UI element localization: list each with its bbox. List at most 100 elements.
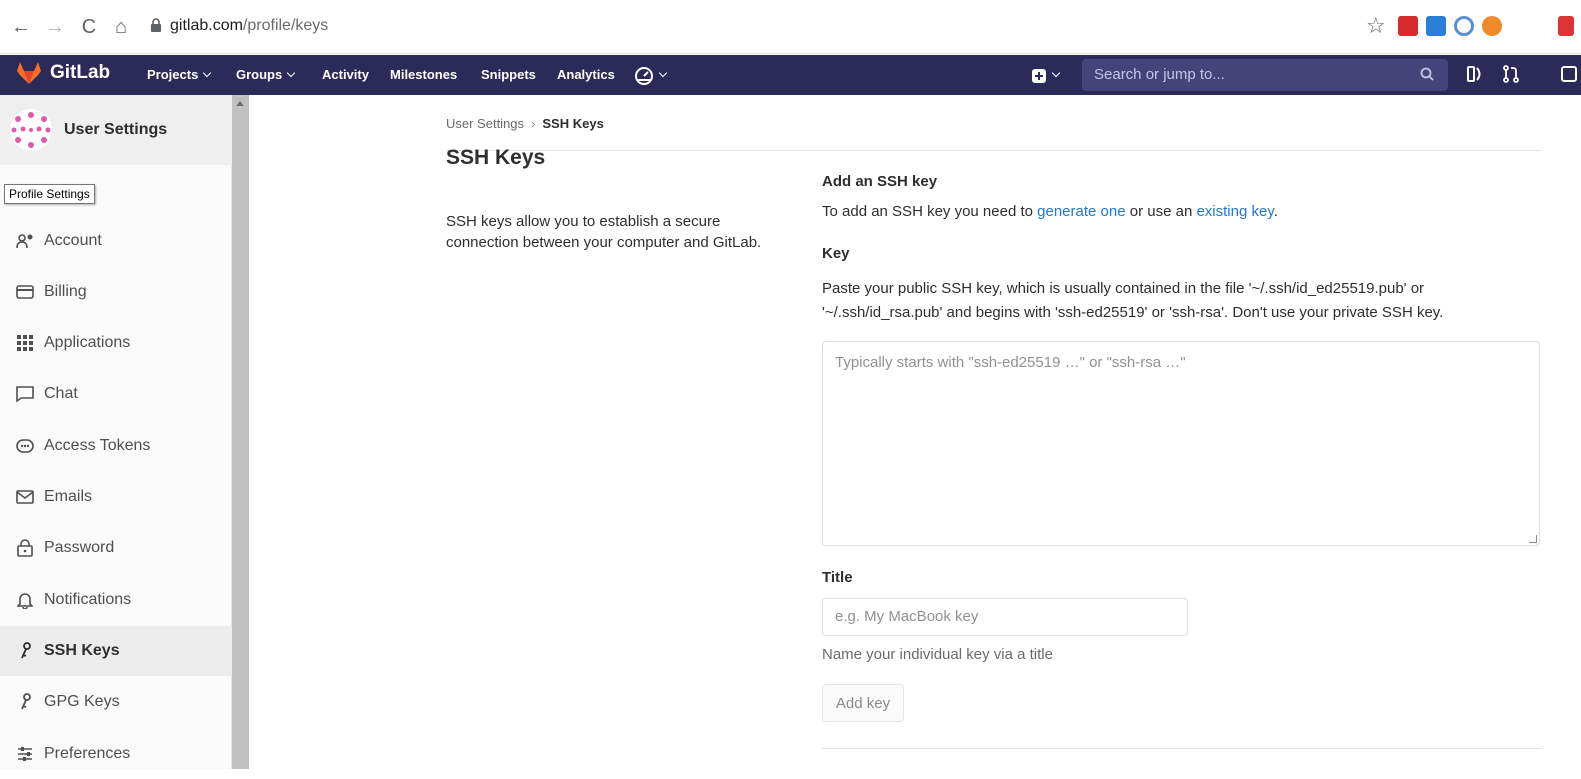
key-icon [16,642,34,660]
sidebar-item-label: Access Tokens [44,437,151,454]
sidebar-item-label: Emails [44,488,93,505]
profile-settings-tooltip: Profile Settings [4,184,95,204]
sidebar-item-account[interactable]: Account [0,216,232,266]
chevron-down-icon [658,68,668,78]
divider [446,150,1542,151]
sidebar-item-label: SSH Keys [44,642,120,659]
key-textarea[interactable]: Typically starts with "ssh-ed25519 …" or… [822,341,1540,546]
page-title: SSH Keys [446,146,546,169]
reload-icon[interactable]: C [78,16,100,38]
existing-key-link[interactable]: existing key [1196,203,1273,220]
todo-icon[interactable] [1560,64,1578,84]
gitlab-logo[interactable]: GitLab [16,61,110,85]
extension-icon[interactable] [1482,16,1502,36]
breadcrumb: User Settings › SSH Keys [446,116,604,131]
sidebar-item-label: Chat [44,385,78,402]
nav-projects-label: Projects [147,67,199,82]
nav-activity[interactable]: Activity [322,55,369,95]
sidebar-scrollbar[interactable] [232,95,249,769]
search-placeholder: Search or jump to... [1094,66,1225,83]
nav-groups[interactable]: Groups [236,55,296,95]
identicon [11,112,51,148]
sidebar-header[interactable]: User Settings [0,95,232,165]
intro-text: To add an SSH key you need to [822,203,1038,220]
extension-icon[interactable] [1558,16,1574,36]
sidebar-item-access-tokens[interactable]: Access Tokens [0,421,232,471]
extension-icon[interactable] [1398,16,1418,36]
lock-icon [16,539,34,557]
resize-handle-icon[interactable] [1529,535,1537,543]
breadcrumb-parent[interactable]: User Settings [446,116,524,131]
new-item-dropdown[interactable] [1031,55,1061,95]
chevron-down-icon [203,68,212,78]
search-input[interactable]: Search or jump to... [1082,59,1448,91]
forward-arrow-icon[interactable]: → [44,16,66,38]
extension-icon[interactable] [1426,16,1446,36]
sidebar-item-ssh-keys[interactable]: SSH Keys [0,626,232,676]
comment-icon [16,385,34,403]
nav-projects[interactable]: Projects [147,55,212,95]
avatar [10,109,52,151]
preferences-icon [16,745,34,763]
tanuki-icon [17,62,41,84]
account-icon [16,232,34,250]
sidebar-item-label: Preferences [44,745,131,762]
search-icon [1420,67,1434,81]
sidebar-item-label: GPG Keys [44,693,120,710]
sidebar-item-applications[interactable]: Applications [0,318,232,368]
title-help-text: Name your individual key via a title [822,646,1053,663]
lock-icon [151,18,161,32]
sidebar-item-emails[interactable]: Emails [0,472,232,522]
sidebar-item-notifications[interactable]: Notifications [0,575,232,625]
nav-milestones[interactable]: Milestones [390,55,457,95]
key-placeholder: Typically starts with "ssh-ed25519 …" or… [835,354,1186,371]
merge-request-icon[interactable] [1502,64,1520,84]
intro-text: . [1273,203,1278,220]
sidebar-item-label: Applications [44,334,131,351]
dashboard-dropdown[interactable] [634,55,668,95]
intro-text: or use an [1125,203,1197,220]
sidebar-item-chat[interactable]: Chat [0,369,232,419]
nav-groups-label: Groups [236,67,283,82]
add-key-button[interactable]: Add key [822,684,904,722]
sidebar-item-billing[interactable]: Billing [0,267,232,317]
title-input[interactable]: e.g. My MacBook key [822,598,1188,636]
extension-icon[interactable] [1454,16,1474,36]
chevron-down-icon [1051,68,1061,78]
sidebar-item-label: Account [44,232,102,249]
sidebar-item-preferences[interactable]: Preferences [0,729,232,779]
sidebar-item-label: Password [44,539,115,556]
divider [822,748,1542,749]
url-host: gitlab.com [170,17,243,34]
nav-snippets[interactable]: Snippets [481,55,536,95]
bell-icon [16,591,34,609]
chevron-right-icon: › [531,116,536,131]
home-icon[interactable]: ⌂ [110,16,132,38]
title-label: Title [822,569,853,586]
credit-card-icon [16,283,34,301]
address-bar[interactable]: gitlab.com/profile/keys [170,17,328,35]
browser-toolbar: ← → C ⌂ gitlab.com/profile/keys ☆ [0,0,1581,54]
sidebar-item-gpg-keys[interactable]: GPG Keys [0,677,232,727]
key-icon [16,693,34,711]
plus-square-icon [1032,68,1046,83]
mail-icon [16,488,34,506]
brand-name: GitLab [50,62,111,83]
page-description: SSH keys allow you to establish a secure… [446,213,762,251]
title-placeholder: e.g. My MacBook key [835,608,979,625]
sidebar-item-label: Notifications [44,591,132,608]
sidebar-item-password[interactable]: Password [0,523,232,573]
bookmark-star-icon[interactable]: ☆ [1366,13,1386,39]
top-navbar: GitLab Projects Groups Activity Mileston… [0,55,1581,95]
back-arrow-icon[interactable]: ← [10,16,32,38]
issues-icon[interactable] [1466,64,1484,84]
sidebar-title: User Settings [64,121,168,138]
form-intro: To add an SSH key you need to generate o… [822,203,1278,220]
breadcrumb-current[interactable]: SSH Keys [542,116,603,131]
key-help-text: Paste your public SSH key, which is usua… [822,280,1444,321]
scroll-up-arrow-icon[interactable] [236,101,244,106]
generate-one-link[interactable]: generate one [1037,203,1125,220]
chevron-down-icon [286,68,296,78]
dashboard-icon [635,66,653,85]
nav-analytics[interactable]: Analytics [557,55,615,95]
